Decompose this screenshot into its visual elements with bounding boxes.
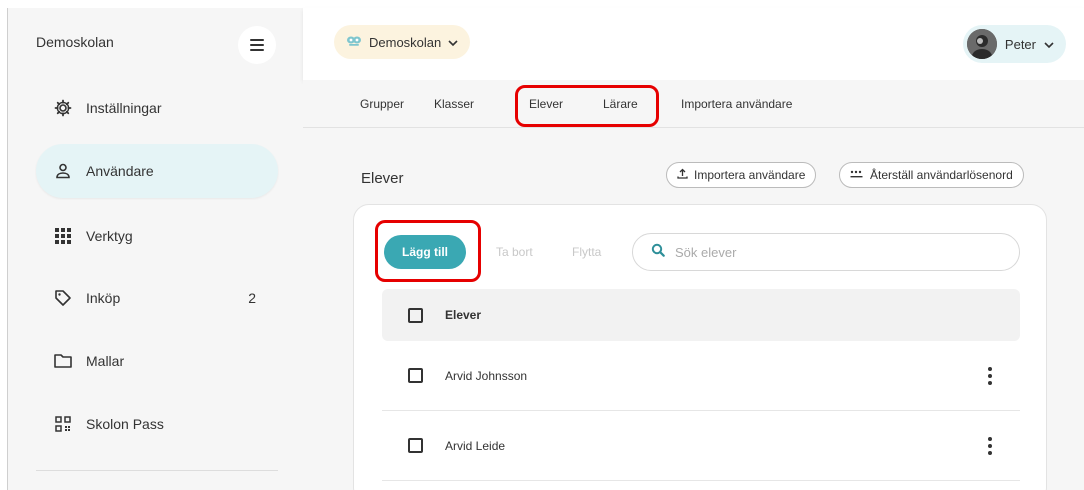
chevron-down-icon: [448, 35, 458, 50]
tab-bar: Grupper Klasser Elever Lärare Importera …: [303, 80, 1084, 128]
menu-toggle-button[interactable]: [238, 26, 276, 64]
sidebar-item-label: Inköp: [86, 290, 121, 306]
table-header-label: Elever: [445, 308, 482, 322]
sidebar-divider: [36, 470, 278, 471]
avatar: [966, 29, 997, 59]
sidebar-item-inkop[interactable]: Inköp 2: [36, 271, 278, 325]
search-box[interactable]: [632, 233, 1020, 271]
row-checkbox[interactable]: [408, 368, 423, 383]
highlight-box-tabs: [515, 85, 659, 127]
table-header: Elever: [382, 289, 1020, 341]
reset-password-label: Återställ användarlösenord: [870, 168, 1013, 182]
table-row: Arvid Leide: [382, 411, 1020, 481]
import-users-button[interactable]: Importera användare: [666, 162, 817, 188]
top-bar: Demoskolan Peter: [303, 8, 1084, 80]
highlight-box-add: [375, 220, 481, 282]
tab-importera-anvandare[interactable]: Importera användare: [681, 97, 792, 111]
import-users-label: Importera användare: [694, 168, 806, 182]
sidebar-item-label: Verktyg: [86, 228, 133, 244]
table-row: Arvid Johnsson: [382, 341, 1020, 411]
password-icon: [850, 168, 864, 182]
sidebar-item-label: Skolon Pass: [86, 416, 164, 432]
row-checkbox[interactable]: [408, 438, 423, 453]
sidebar-school-name: Demoskolan: [36, 34, 114, 50]
sidebar-item-label: Användare: [86, 163, 154, 179]
tab-klasser[interactable]: Klasser: [434, 97, 474, 111]
folder-icon: [54, 352, 72, 370]
more-options-icon[interactable]: [988, 366, 992, 385]
school-selector[interactable]: Demoskolan: [334, 25, 471, 59]
reset-password-button[interactable]: Återställ användarlösenord: [839, 162, 1024, 188]
sidebar-item-verktyg[interactable]: Verktyg: [36, 209, 278, 263]
tag-icon: [54, 289, 72, 307]
upload-icon: [677, 168, 688, 182]
remove-button[interactable]: Ta bort: [496, 245, 533, 259]
grid-icon: [54, 227, 72, 245]
school-logo-icon: [346, 35, 362, 50]
school-selector-label: Demoskolan: [369, 34, 442, 50]
student-name: Arvid Leide: [445, 438, 506, 453]
user-icon: [54, 162, 72, 180]
sidebar-item-label: Mallar: [86, 353, 125, 369]
gear-icon: [54, 99, 72, 117]
chevron-down-icon: [1044, 37, 1054, 52]
tab-grupper[interactable]: Grupper: [360, 97, 404, 111]
sidebar-item-anvandare[interactable]: Användare: [36, 144, 278, 198]
more-options-icon[interactable]: [988, 436, 992, 455]
sidebar-item-skolon-pass[interactable]: Skolon Pass: [36, 397, 278, 451]
move-button[interactable]: Flytta: [572, 245, 601, 259]
search-input[interactable]: [675, 244, 975, 260]
sidebar-item-installningar[interactable]: Inställningar: [36, 81, 278, 135]
select-all-checkbox[interactable]: [408, 307, 423, 323]
student-name: Arvid Johnsson: [445, 368, 528, 383]
sidebar-item-mallar[interactable]: Mallar: [36, 334, 278, 388]
qr-icon: [54, 415, 72, 433]
sidebar: Demoskolan Inställningar Användare Verkt…: [7, 8, 303, 490]
hamburger-icon: [250, 39, 264, 41]
page-title: Elever: [361, 170, 404, 187]
user-name: Peter: [1004, 36, 1036, 52]
user-menu[interactable]: Peter: [962, 25, 1066, 63]
purchase-count-badge: 2: [248, 290, 256, 306]
sidebar-item-label: Inställningar: [86, 100, 162, 116]
main-content: Elever Importera användare Återställ anv…: [303, 128, 1084, 490]
search-icon: [651, 243, 665, 262]
